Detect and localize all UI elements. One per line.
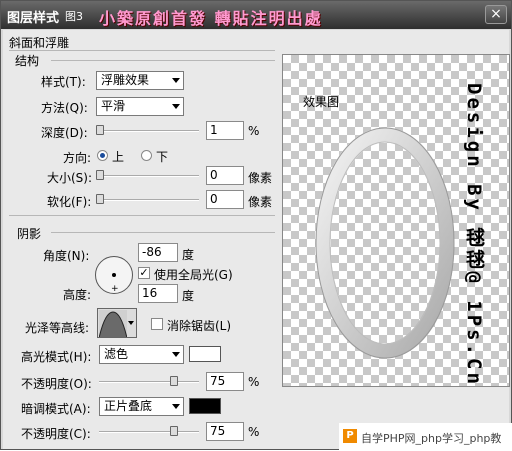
gloss-contour-picker[interactable] [97,308,137,338]
technique-select[interactable]: 平滑 [96,97,184,116]
divider [9,215,275,216]
gloss-contour-label: 光泽等高线: [25,321,90,335]
chevron-down-icon [172,404,180,409]
highlight-mode-label: 高光模式(H): [21,350,92,364]
divider [51,60,275,61]
soften-input[interactable]: 0 [206,190,244,209]
php-logo-icon: P [343,429,357,443]
highlight-opacity-label: 不透明度(O): [21,377,92,391]
size-label: 大小(S): [47,171,93,185]
soften-unit: 像素 [248,195,273,209]
global-light-label: 使用全局光(G) [154,268,233,282]
chevron-down-icon [172,352,180,357]
direction-up-radio[interactable] [97,150,108,161]
soften-slider-knob[interactable] [96,194,104,204]
chevron-down-icon [172,104,180,109]
altitude-unit: 度 [182,289,195,303]
style-value: 浮雕效果 [101,73,150,87]
angle-unit: 度 [182,248,195,262]
site-watermark: P 自学PHP网_php学习_php教 [339,423,512,451]
depth-slider-knob[interactable] [96,125,104,135]
global-light-checkbox[interactable]: ✓ [138,267,150,279]
figure-label: 图3 [65,10,83,23]
highlight-mode-select[interactable]: 滤色 [99,345,184,364]
size-slider[interactable] [96,170,199,180]
chevron-down-icon [172,78,180,83]
angle-dial-crosshair-icon: + [111,284,119,294]
size-input[interactable]: 0 [206,166,244,185]
title-bar[interactable]: 图层样式 图3 小築原創首發 轉貼注明出處 × [1,1,511,29]
direction-up-label: 上 [112,150,125,164]
structure-title: 结构 [15,54,40,68]
bevel-section-title: 斜面和浮雕 [9,36,70,50]
soften-label: 软化(F): [47,195,92,209]
depth-slider[interactable] [96,125,199,135]
soften-slider[interactable] [96,194,199,204]
chevron-down-icon[interactable] [128,321,134,325]
highlight-opacity-input[interactable]: 75 [206,372,244,391]
style-label: 样式(T): [41,75,86,89]
angle-input[interactable]: -86 [138,243,178,262]
shadow-opacity-input[interactable]: 75 [206,422,244,441]
antialias-checkbox[interactable] [151,318,163,330]
shadow-opacity-slider-knob[interactable] [170,426,178,436]
divider [51,232,275,233]
highlight-opacity-slider[interactable] [99,376,199,386]
highlight-mode-value: 滤色 [104,347,129,361]
size-unit: 像素 [248,171,273,185]
depth-unit: % [248,124,260,138]
effect-preview: 效果图 Design By 毬毬@ 1Ps.Cn [282,54,510,387]
depth-input[interactable]: 1 [206,121,244,140]
shadow-mode-select[interactable]: 正片叠底 [99,397,184,416]
altitude-input[interactable]: 16 [138,284,178,303]
shadow-mode-value: 正片叠底 [104,399,153,413]
direction-down-radio[interactable] [141,150,152,161]
dialog-title: 图层样式 [7,11,60,26]
shadow-opacity-slider[interactable] [99,426,199,436]
highlight-opacity-unit: % [248,375,260,389]
angle-label: 角度(N): [43,249,90,263]
antialias-label: 消除锯齿(L) [167,319,232,333]
watermark-text: 自学PHP网_php学习_php教 [361,432,502,445]
layer-style-dialog: 图层样式 图3 小築原創首發 轉貼注明出處 × 斜面和浮雕 结构 样式(T): … [0,0,512,451]
banner-text: 小築原創首發 轉貼注明出處 [99,9,323,28]
close-button[interactable]: × [485,5,507,24]
technique-value: 平滑 [101,99,126,113]
highlight-color-swatch[interactable] [189,346,221,362]
technique-label: 方法(Q): [41,101,88,115]
angle-dial-center-icon [112,273,116,277]
direction-down-label: 下 [156,150,169,164]
style-select[interactable]: 浮雕效果 [96,71,184,90]
angle-dial[interactable]: + [95,256,133,294]
direction-label: 方向: [63,151,92,165]
shadow-opacity-label: 不透明度(C): [21,427,91,441]
shadow-opacity-unit: % [248,425,260,439]
vertical-signature-text: Design By 毬毬@ 1Ps.Cn [463,83,485,387]
shadow-mode-label: 暗调模式(A): [21,402,91,416]
shading-title: 阴影 [17,227,42,241]
shadow-color-swatch[interactable] [189,398,221,414]
contour-curve-icon [99,310,127,337]
depth-label: 深度(D): [41,126,88,140]
size-slider-knob[interactable] [96,170,104,180]
highlight-opacity-slider-knob[interactable] [170,376,178,386]
altitude-label: 高度: [63,288,92,302]
divider [9,50,275,51]
